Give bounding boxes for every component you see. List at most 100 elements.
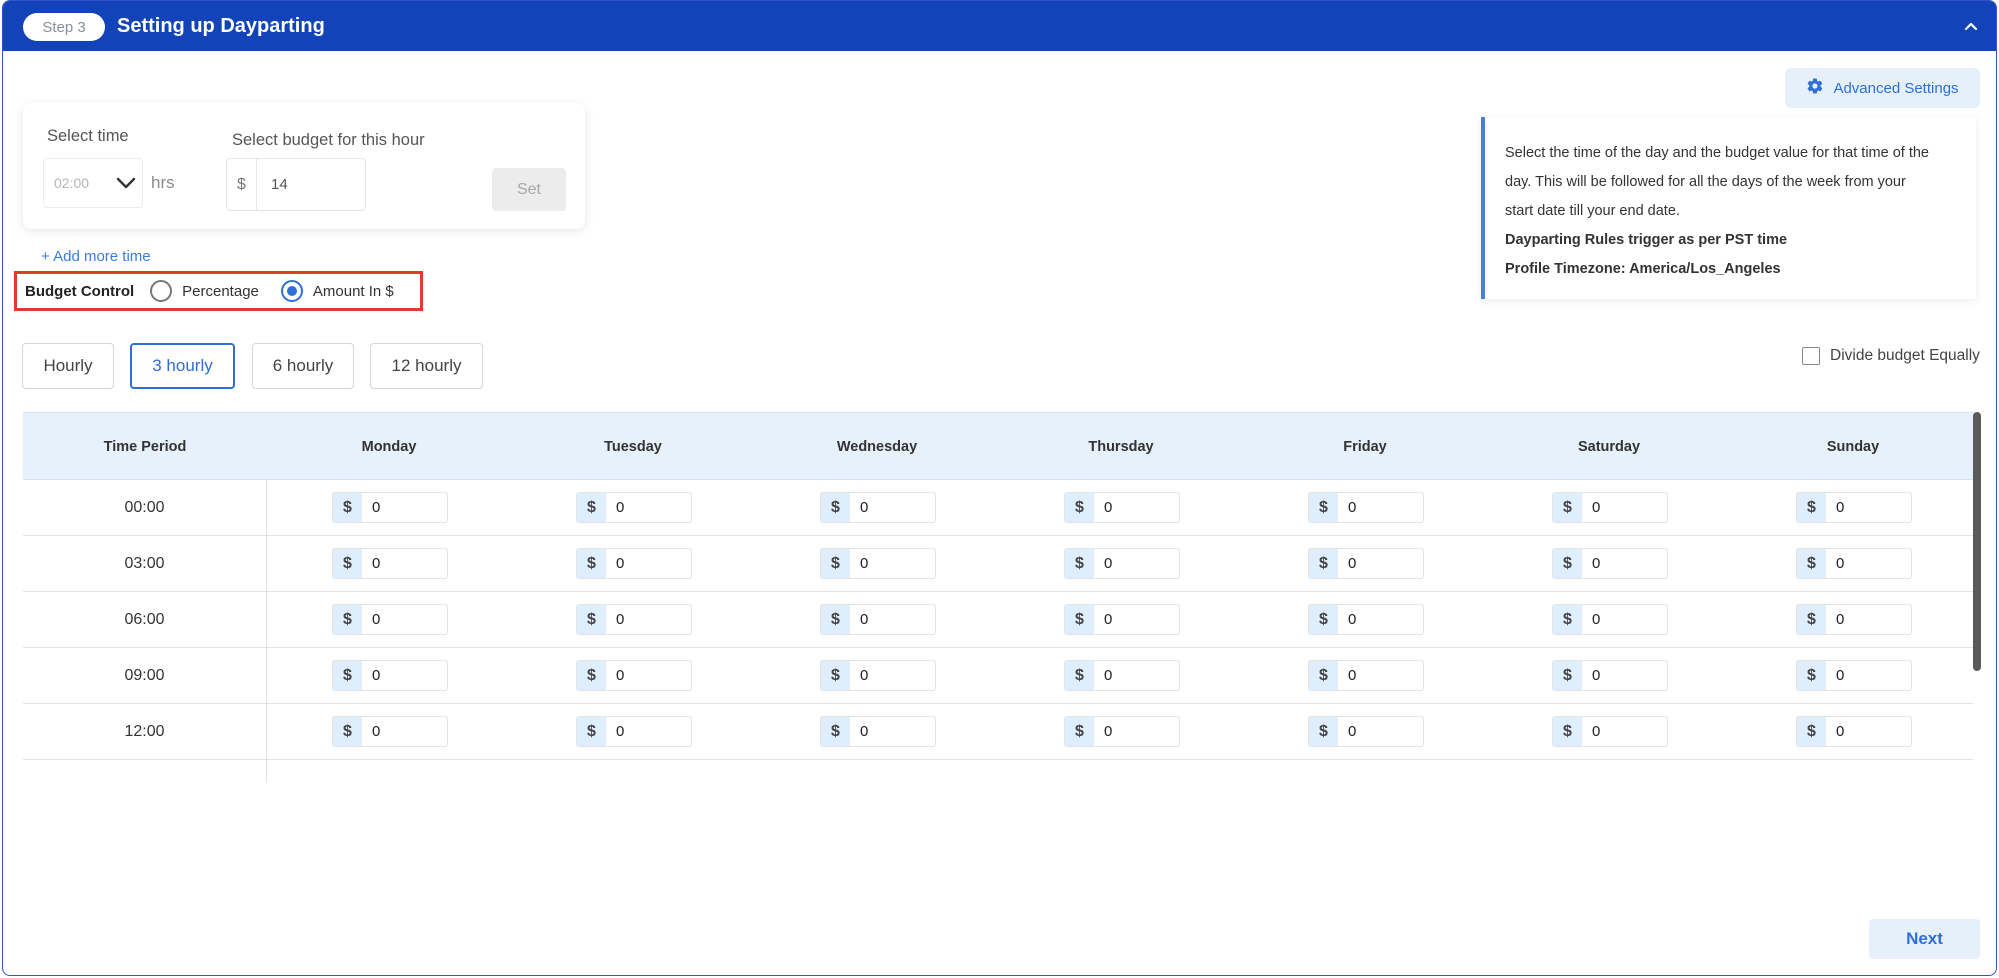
currency-symbol: $	[577, 493, 606, 522]
currency-symbol: $	[1553, 717, 1582, 746]
budget-cell-value: 0	[372, 499, 381, 516]
budget-cell-input[interactable]: $0	[1552, 548, 1668, 579]
budget-control-label: Budget Control	[25, 282, 135, 300]
budget-cell-input[interactable]: $0	[820, 604, 936, 635]
advanced-settings-button[interactable]: Advanced Settings	[1785, 68, 1980, 108]
currency-symbol: $	[577, 549, 606, 578]
budget-cell-input[interactable]: $0	[820, 660, 936, 691]
time-budget-card: Select time Select budget for this hour …	[23, 103, 585, 229]
chevron-up-icon[interactable]	[1960, 15, 1982, 37]
info-line: day. This will be followed for all the d…	[1505, 174, 1906, 190]
currency-symbol: $	[1065, 605, 1094, 634]
amount-radio[interactable]	[280, 280, 303, 302]
percentage-radio[interactable]	[150, 280, 173, 302]
budget-cell-input[interactable]: $0	[1308, 604, 1424, 635]
budget-cell-input[interactable]: $0	[1796, 604, 1912, 635]
budget-cell-input[interactable]: $0	[332, 660, 448, 691]
budget-cell-input[interactable]: $0	[332, 604, 448, 635]
dayparting-table: Time Period Monday Tuesday Wednesday Thu…	[23, 412, 1973, 782]
column-header: Wednesday	[836, 439, 918, 455]
column-header: Saturday	[1577, 439, 1641, 455]
column-header: Friday	[1343, 439, 1387, 455]
budget-cell-input[interactable]: $0	[1552, 660, 1668, 691]
set-button[interactable]: Set	[492, 168, 566, 211]
budget-cell-input[interactable]: $0	[1552, 604, 1668, 635]
budget-cell-input[interactable]: $0	[576, 604, 692, 635]
budget-cell-input[interactable]: $0	[1064, 548, 1180, 579]
interval-3-hourly[interactable]: 3 hourly	[130, 343, 235, 389]
currency-symbol: $	[577, 661, 606, 690]
currency-symbol: $	[1065, 549, 1094, 578]
budget-cell-input[interactable]: $0	[1796, 492, 1912, 523]
interval-12-hourly[interactable]: 12 hourly	[370, 343, 483, 389]
add-more-time-link[interactable]: + Add more time	[41, 248, 151, 265]
budget-cell-input[interactable]: $0	[332, 716, 448, 747]
budget-cell-value: 0	[860, 723, 869, 740]
budget-cell-input[interactable]: $0	[576, 716, 692, 747]
step-header[interactable]: Step 3 Setting up Dayparting	[3, 1, 1996, 51]
budget-cell-input[interactable]: $0	[576, 548, 692, 579]
currency-symbol: $	[1553, 661, 1582, 690]
hour-budget-input[interactable]: $ 14	[226, 158, 366, 211]
interval-hourly[interactable]: Hourly	[22, 343, 114, 389]
budget-cell-input[interactable]: $0	[1796, 548, 1912, 579]
currency-symbol: $	[1553, 493, 1582, 522]
info-box: Select the time of the day and the budge…	[1481, 117, 1976, 299]
budget-cell-value: 0	[1348, 723, 1357, 740]
table-scrollbar[interactable]	[1973, 412, 1981, 671]
divide-budget-toggle[interactable]: Divide budget Equally	[1802, 347, 1980, 365]
budget-cell-input[interactable]: $0	[820, 548, 936, 579]
budget-cell-value: 0	[1836, 667, 1845, 684]
budget-cell-input[interactable]: $0	[1064, 604, 1180, 635]
budget-cell-input[interactable]: $0	[576, 492, 692, 523]
budget-cell-value: 0	[1104, 611, 1113, 628]
currency-symbol: $	[1797, 605, 1826, 634]
budget-cell-value: 0	[1592, 667, 1601, 684]
divide-budget-checkbox[interactable]	[1802, 347, 1820, 365]
budget-cell-value: 0	[616, 723, 625, 740]
budget-cell-input[interactable]: $0	[1796, 660, 1912, 691]
budget-cell-input[interactable]: $0	[1308, 660, 1424, 691]
budget-cell-value: 0	[1348, 667, 1357, 684]
currency-symbol: $	[821, 493, 850, 522]
column-header: Time Period	[103, 439, 187, 455]
budget-cell-input[interactable]: $0	[1552, 716, 1668, 747]
budget-cell-input[interactable]: $0	[1064, 660, 1180, 691]
budget-cell-input[interactable]: $0	[332, 548, 448, 579]
budget-cell-input[interactable]: $0	[1308, 716, 1424, 747]
interval-6-hourly[interactable]: 6 hourly	[252, 343, 354, 389]
time-period-cell: 09:00	[23, 648, 267, 704]
table-row: 00:00 $0 $0 $0 $0 $0 $0 $0	[23, 480, 1973, 536]
budget-cell-value: 0	[372, 611, 381, 628]
budget-cell-input[interactable]: $0	[1064, 492, 1180, 523]
budget-cell-value: 0	[1104, 555, 1113, 572]
column-header: Sunday	[1826, 439, 1880, 455]
budget-cell-input[interactable]: $0	[1552, 492, 1668, 523]
currency-symbol: $	[821, 717, 850, 746]
next-button[interactable]: Next	[1869, 919, 1980, 959]
currency-symbol: $	[1797, 717, 1826, 746]
currency-symbol: $	[333, 549, 362, 578]
budget-cell-input[interactable]: $0	[332, 492, 448, 523]
budget-cell-input[interactable]: $0	[1064, 716, 1180, 747]
budget-cell-input[interactable]: $0	[820, 716, 936, 747]
budget-cell-value: 0	[1348, 555, 1357, 572]
percentage-label: Percentage	[182, 282, 259, 300]
currency-symbol: $	[1797, 493, 1826, 522]
time-dropdown[interactable]: 02:00	[43, 158, 143, 208]
currency-symbol: $	[1065, 717, 1094, 746]
budget-cell-input[interactable]: $0	[1308, 492, 1424, 523]
table-row	[23, 760, 1973, 782]
hrs-label: hrs	[151, 173, 175, 192]
budget-cell-value: 0	[1836, 499, 1845, 516]
budget-cell-value: 0	[1836, 611, 1845, 628]
budget-cell-value: 0	[1592, 723, 1601, 740]
currency-symbol: $	[1309, 493, 1338, 522]
select-budget-label: Select budget for this hour	[232, 131, 425, 149]
budget-cell-input[interactable]: $0	[1308, 548, 1424, 579]
budget-cell-input[interactable]: $0	[1796, 716, 1912, 747]
budget-cell-input[interactable]: $0	[576, 660, 692, 691]
dayparting-panel: Step 3 Setting up Dayparting Advanced Se…	[2, 0, 1997, 976]
currency-symbol: $	[1309, 661, 1338, 690]
budget-cell-input[interactable]: $0	[820, 492, 936, 523]
